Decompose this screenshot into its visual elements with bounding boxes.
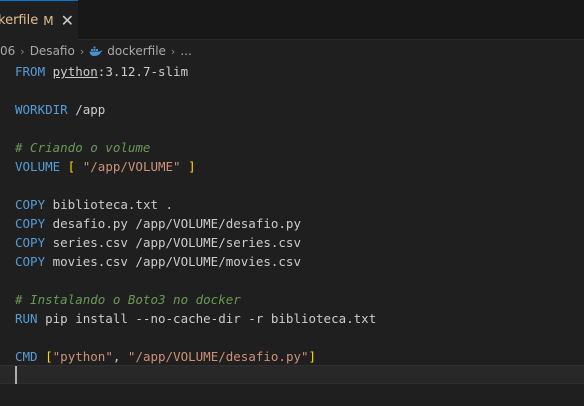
comment: # Criando o volume [15,140,151,155]
argument: /app [67,102,106,117]
breadcrumb: 06 › Desafio › dockerfile › ... [0,40,584,62]
code-line-workdir: WORKDIR /app [15,100,105,119]
current-line-highlight [0,365,584,384]
argument: biblioteca.txt . [45,197,174,212]
comma: , [112,349,128,364]
docker-icon [89,46,103,57]
keyword: COPY [15,254,46,269]
breadcrumb-file[interactable]: dockerfile [107,44,166,58]
keyword: FROM [15,64,46,79]
bracket: [ [60,159,76,174]
code-line-from: FROM python:3.12.7-slim [15,62,188,81]
argument: pip install --no-cache-dir -r biblioteca… [37,311,377,326]
keyword: COPY [15,197,46,212]
code-line-copy: COPY movies.csv /app/VOLUME/movies.csv [15,252,301,271]
tab-bar: kerfile M ✕ [0,0,584,40]
code-line-run: RUN pip install --no-cache-dir -r biblio… [15,309,376,328]
breadcrumb-folder[interactable]: Desafio [30,44,75,58]
code-line-comment: # Criando o volume [15,138,150,157]
code-line-copy: COPY series.csv /app/VOLUME/series.csv [15,233,301,252]
tab-label: kerfile [0,13,39,28]
tab-dockerfile[interactable]: kerfile M ✕ [0,0,78,40]
code-line-comment: # Instalando o Boto3 no docker [15,290,241,309]
code-line-copy: COPY biblioteca.txt . [15,195,173,214]
breadcrumb-more[interactable]: ... [180,44,191,58]
string: "/app/VOLUME/desafio.py" [127,349,309,364]
chevron-right-icon: › [79,44,85,58]
close-icon[interactable]: ✕ [61,12,74,29]
modified-indicator: M [43,13,54,28]
keyword: COPY [15,216,46,231]
keyword: COPY [15,235,46,250]
code-line-volume: VOLUME [ "/app/VOLUME" ] [15,157,196,176]
code-editor[interactable]: FROM python:3.12.7-slim WORKDIR /app # C… [0,62,584,406]
breadcrumb-parent[interactable]: 06 [0,44,15,58]
bracket: [ [37,349,53,364]
keyword: VOLUME [15,159,61,174]
bracket: ] [308,349,317,364]
argument: movies.csv /app/VOLUME/movies.csv [45,254,301,269]
argument: desafio.py /app/VOLUME/desafio.py [45,216,301,231]
comment: # Instalando o Boto3 no docker [15,292,241,307]
image-tag: :3.12.7-slim [97,64,189,79]
chevron-right-icon: › [20,44,25,58]
chevron-right-icon: › [170,44,176,58]
keyword: CMD [15,349,38,364]
string: "/app/VOLUME" [75,159,181,174]
code-line-cmd: CMD ["python", "/app/VOLUME/desafio.py"] [15,347,316,366]
image-name: python [52,64,98,79]
argument: series.csv /app/VOLUME/series.csv [45,235,301,250]
text-cursor [15,366,17,384]
keyword: RUN [15,311,38,326]
bracket: ] [180,159,196,174]
keyword: WORKDIR [15,102,68,117]
string: "python" [52,349,113,364]
code-line-copy: COPY desafio.py /app/VOLUME/desafio.py [15,214,301,233]
